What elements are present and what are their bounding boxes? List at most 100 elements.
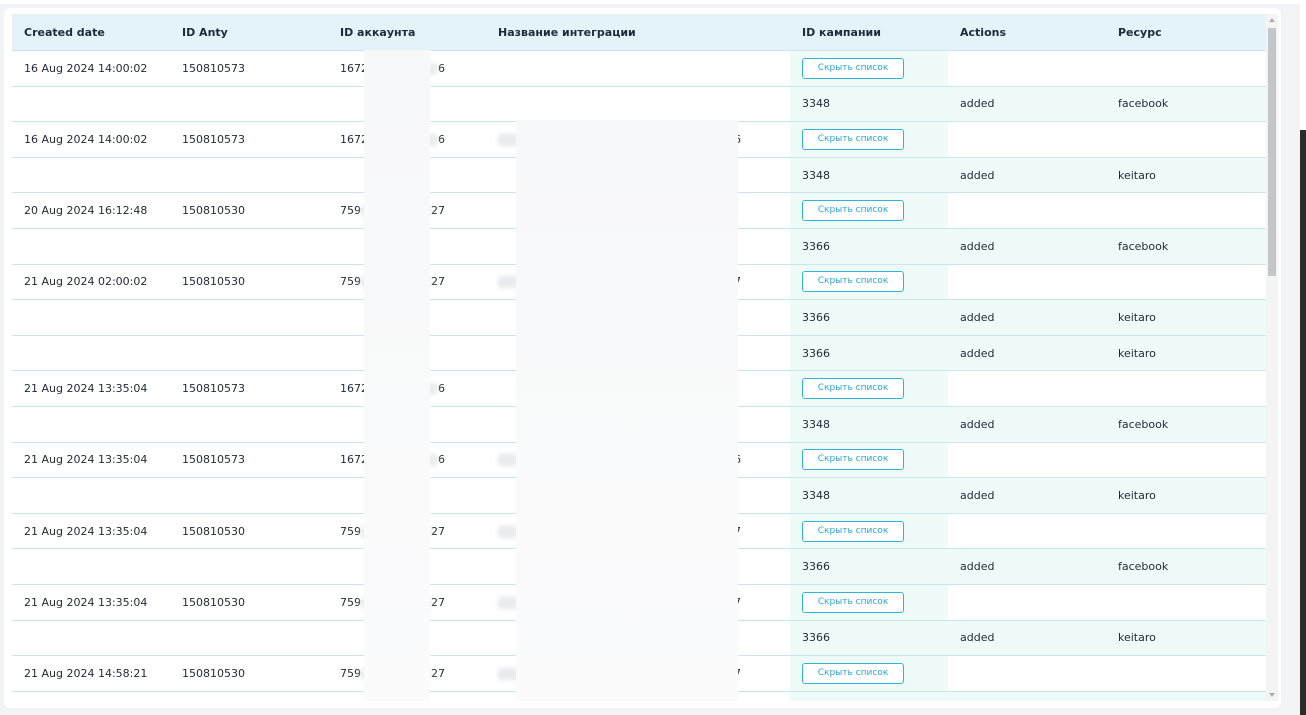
cell-id-anty: 150810573 [170, 121, 328, 158]
cell-campaign-id: 3366 [790, 299, 948, 336]
cell-id-anty: 150810530 [170, 513, 328, 550]
account-id-prefix: 759 [340, 204, 361, 218]
cell-resource: keitaro [1106, 691, 1266, 701]
cell-campaign-id: Скрыть список [790, 513, 948, 550]
cell-campaign-id: 3348 [790, 477, 948, 514]
cell-campaign-id: 3366 [790, 335, 948, 372]
cell-created-date: 16 Aug 2024 14:00:02 [12, 50, 170, 87]
cell-resource: facebook [1106, 548, 1266, 585]
account-id-suffix: 6 [438, 61, 445, 75]
header-id-anty[interactable]: ID Anty [170, 14, 328, 51]
cell-created-date: 21 Aug 2024 02:00:02 [12, 264, 170, 301]
cell-action: added [948, 299, 1106, 336]
cell-created-date: 21 Aug 2024 14:58:21 [12, 655, 170, 692]
table-header-row: Created date ID Anty ID аккаунта Названи… [12, 14, 1266, 51]
table-container: Created date ID Anty ID аккаунта Названи… [12, 14, 1266, 701]
account-id-suffix: 6 [438, 382, 445, 396]
account-id-suffix: 27 [431, 524, 445, 538]
cell-id-anty: 150810530 [170, 655, 328, 692]
cell-resource: keitaro [1106, 335, 1266, 372]
cell-campaign-id: 3348 [790, 86, 948, 123]
account-id-prefix: 759 [340, 275, 361, 289]
cell-empty [170, 86, 328, 123]
cell-empty [12, 299, 170, 336]
cell-empty [12, 406, 170, 443]
cell-created-date: 20 Aug 2024 16:12:48 [12, 192, 170, 229]
cell-empty [12, 228, 170, 265]
cell-created-date: 21 Aug 2024 13:35:04 [12, 442, 170, 479]
scroll-thumb[interactable] [1268, 28, 1276, 276]
cell-empty [12, 620, 170, 657]
cell-empty [170, 228, 328, 265]
cell-resource [1106, 50, 1266, 87]
header-resource[interactable]: Ресурс [1106, 14, 1266, 51]
cell-action: added [948, 691, 1106, 701]
window-edge [1300, 0, 1306, 715]
redaction-mask-account [364, 50, 430, 701]
cell-resource: keitaro [1106, 299, 1266, 336]
scroll-down-icon[interactable] [1269, 693, 1275, 697]
cell-resource: keitaro [1106, 620, 1266, 657]
hide-list-button[interactable]: Скрыть список [802, 449, 904, 471]
hide-list-button[interactable]: Скрыть список [802, 271, 904, 293]
hide-list-button[interactable]: Скрыть список [802, 378, 904, 400]
cell-actions [948, 513, 1106, 550]
cell-id-anty: 150810573 [170, 442, 328, 479]
account-id-suffix: 6 [438, 453, 445, 467]
cell-resource [1106, 264, 1266, 301]
cell-campaign-id: Скрыть список [790, 192, 948, 229]
hide-list-button[interactable]: Скрыть список [802, 591, 904, 613]
cell-created-date: 21 Aug 2024 13:35:04 [12, 513, 170, 550]
cell-created-date: 16 Aug 2024 14:00:02 [12, 121, 170, 158]
cell-action: added [948, 228, 1106, 265]
scroll-up-icon[interactable] [1269, 18, 1275, 22]
cell-campaign-id: Скрыть список [790, 655, 948, 692]
cell-id-anty: 150810573 [170, 370, 328, 407]
cell-campaign-id: Скрыть список [790, 370, 948, 407]
cell-campaign-id: 3366 [790, 620, 948, 657]
header-campaign-id[interactable]: ID кампании [790, 14, 948, 51]
account-id-prefix: 759 [340, 524, 361, 538]
table-subrow: 3348 added facebook [12, 86, 1266, 123]
cell-actions [948, 442, 1106, 479]
cell-empty [170, 691, 328, 701]
cell-created-date: 21 Aug 2024 13:35:04 [12, 584, 170, 621]
header-actions[interactable]: Actions [948, 14, 1106, 51]
cell-action: added [948, 86, 1106, 123]
cell-actions [948, 264, 1106, 301]
cell-campaign-id: 3367 [790, 691, 948, 701]
hide-list-button[interactable]: Скрыть список [802, 57, 904, 79]
cell-empty [12, 548, 170, 585]
cell-action: added [948, 406, 1106, 443]
hide-list-button[interactable]: Скрыть список [802, 520, 904, 542]
redaction-mask-integration [516, 120, 738, 701]
account-id-suffix: 6 [438, 132, 445, 146]
account-id-suffix: 27 [431, 666, 445, 680]
cell-campaign-id: Скрыть список [790, 442, 948, 479]
cell-id-anty: 150810530 [170, 264, 328, 301]
hide-list-button[interactable]: Скрыть список [802, 662, 904, 684]
header-integration-name[interactable]: Название интеграции [486, 14, 790, 51]
cell-resource: keitaro [1106, 477, 1266, 514]
cell-campaign-id: Скрыть список [790, 121, 948, 158]
table-row: 16 Aug 2024 14:00:02 150810573 1672 6 Скрыть… [12, 50, 1266, 87]
cell-action: added [948, 620, 1106, 657]
cell-campaign-id: Скрыть список [790, 264, 948, 301]
cell-action: added [948, 335, 1106, 372]
account-id-prefix: 759 [340, 666, 361, 680]
vertical-scrollbar[interactable] [1266, 14, 1278, 701]
header-id-account[interactable]: ID аккаунта [328, 14, 486, 51]
cell-resource [1106, 513, 1266, 550]
cell-action: added [948, 157, 1106, 194]
hide-list-button[interactable]: Скрыть список [802, 128, 904, 150]
header-created-date[interactable]: Created date [12, 14, 170, 51]
hide-list-button[interactable]: Скрыть список [802, 200, 904, 222]
cell-resource: facebook [1106, 86, 1266, 123]
cell-campaign-id: 3366 [790, 548, 948, 585]
cell-action: added [948, 548, 1106, 585]
cell-empty [170, 157, 328, 194]
cell-resource [1106, 584, 1266, 621]
cell-actions [948, 584, 1106, 621]
cell-empty [170, 406, 328, 443]
cell-created-date: 21 Aug 2024 13:35:04 [12, 370, 170, 407]
